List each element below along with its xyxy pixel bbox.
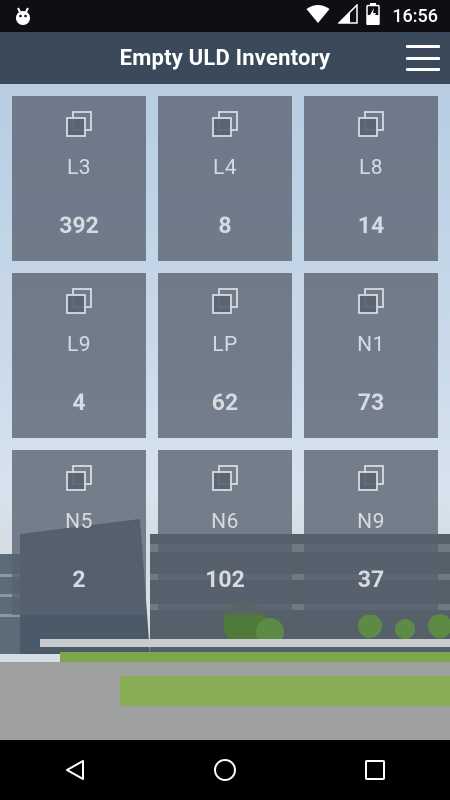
copy-stack-icon: [66, 465, 92, 491]
uld-count: 37: [357, 566, 385, 593]
uld-code: L8: [358, 156, 384, 180]
wifi-icon: [306, 4, 330, 28]
uld-tile-l3[interactable]: L3 392: [12, 96, 146, 261]
navigation-bar: [0, 740, 450, 800]
uld-code: N5: [65, 510, 93, 534]
signal-icon: [337, 3, 359, 28]
copy-stack-icon: [358, 288, 384, 314]
uld-tile-n1[interactable]: N1 73: [304, 273, 438, 438]
clock: 16:56: [392, 5, 438, 27]
hamburger-menu-icon[interactable]: [406, 42, 440, 74]
copy-stack-icon: [66, 288, 92, 314]
uld-tile-n6[interactable]: N6 102: [158, 450, 292, 615]
copy-stack-icon: [212, 111, 238, 137]
uld-count: 73: [357, 389, 385, 416]
android-debug-icon: [14, 6, 32, 26]
uld-tile-n5[interactable]: N5 2: [12, 450, 146, 615]
recents-icon[interactable]: [355, 750, 395, 790]
uld-tile-lp[interactable]: LP 62: [158, 273, 292, 438]
uld-tile-l9[interactable]: L9 4: [12, 273, 146, 438]
uld-count: 392: [59, 212, 99, 239]
uld-code: N1: [357, 333, 385, 357]
copy-stack-icon: [358, 111, 384, 137]
uld-count: 62: [211, 389, 239, 416]
copy-stack-icon: [212, 288, 238, 314]
home-icon[interactable]: [205, 750, 245, 790]
uld-count: 8: [218, 212, 232, 239]
uld-code: L3: [66, 156, 92, 180]
uld-code: L9: [66, 333, 92, 357]
back-icon[interactable]: [55, 750, 95, 790]
status-bar: 16:56: [0, 0, 450, 32]
uld-code: N9: [357, 510, 385, 534]
battery-charging-icon: [366, 3, 381, 29]
copy-stack-icon: [66, 111, 92, 137]
uld-code: L4: [212, 156, 238, 180]
grass-lawn: [120, 676, 450, 706]
uld-tile-l4[interactable]: L4 8: [158, 96, 292, 261]
uld-code: N6: [211, 510, 239, 534]
uld-count: 14: [357, 212, 385, 239]
app-bar: Empty ULD Inventory: [0, 32, 450, 84]
uld-count: 102: [205, 566, 245, 593]
copy-stack-icon: [212, 465, 238, 491]
uld-tile-l8[interactable]: L8 14: [304, 96, 438, 261]
copy-stack-icon: [358, 465, 384, 491]
uld-count: 2: [72, 566, 86, 593]
page-title: Empty ULD Inventory: [119, 45, 331, 71]
uld-count: 4: [72, 389, 86, 416]
uld-code: LP: [212, 333, 238, 357]
uld-tile-n9[interactable]: N9 37: [304, 450, 438, 615]
